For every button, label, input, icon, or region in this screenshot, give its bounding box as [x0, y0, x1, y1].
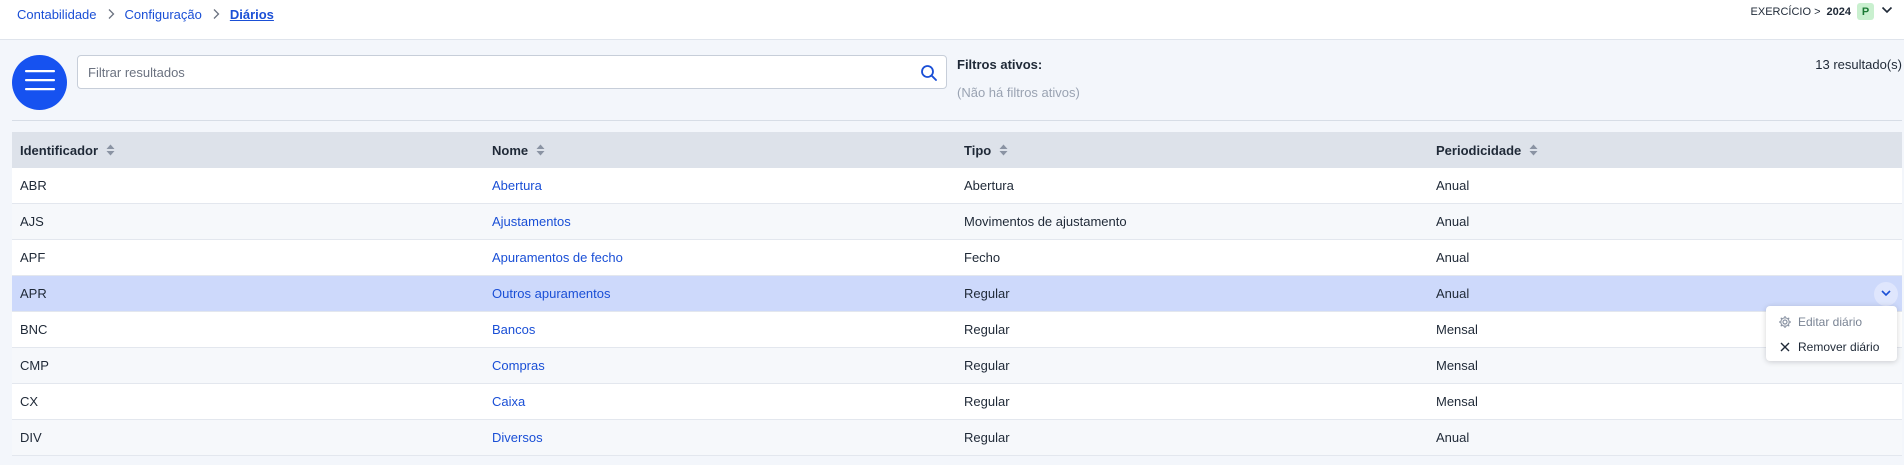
- edit-journal-label: Editar diário: [1798, 314, 1863, 329]
- table-row[interactable]: ABR Abertura Abertura Anual: [12, 168, 1902, 204]
- journal-name-link[interactable]: Apuramentos de fecho: [492, 250, 623, 265]
- journal-name-link[interactable]: Caixa: [492, 394, 525, 409]
- cell-identificador: CMP: [20, 358, 49, 373]
- sort-icon: [106, 144, 115, 156]
- exercise-selector[interactable]: EXERCÍCIO > 2024 P: [1751, 3, 1894, 20]
- remove-journal-menu-item[interactable]: Remover diário: [1766, 334, 1897, 359]
- column-header-label: Identificador: [20, 142, 99, 158]
- table-row[interactable]: APF Apuramentos de fecho Fecho Anual: [12, 240, 1902, 276]
- cell-tipo: Movimentos de ajustamento: [964, 214, 1127, 229]
- journal-name-link[interactable]: Ajustamentos: [492, 214, 571, 229]
- chevron-down-icon[interactable]: [1880, 3, 1894, 20]
- chevron-right-icon: [97, 6, 125, 22]
- column-header-nome[interactable]: Nome: [484, 143, 956, 158]
- chevron-down-icon: [1880, 287, 1892, 302]
- search-icon[interactable]: [920, 64, 938, 82]
- table-row[interactable]: DIV Diversos Regular Anual: [12, 420, 1902, 456]
- search-input[interactable]: [88, 56, 888, 88]
- cell-tipo: Fecho: [964, 250, 1001, 265]
- cell-periodicidade: Anual: [1436, 430, 1470, 445]
- exercise-label: EXERCÍCIO >: [1750, 5, 1821, 18]
- status-badge: P: [1857, 3, 1874, 20]
- remove-journal-label: Remover diário: [1798, 339, 1880, 354]
- breadcrumb: Contabilidade Configuração Diários: [17, 6, 274, 22]
- journals-table: Identificador Nome Tipo Periodicidade AB…: [12, 132, 1902, 456]
- cell-tipo: Regular: [964, 358, 1010, 373]
- table-row[interactable]: AJS Ajustamentos Movimentos de ajustamen…: [12, 204, 1902, 240]
- column-header-periodicidade[interactable]: Periodicidade: [1428, 143, 1902, 158]
- active-filters-empty: (Não há filtros ativos): [957, 85, 1080, 100]
- journal-name-link[interactable]: Diversos: [492, 430, 543, 445]
- column-header-label: Nome: [492, 142, 529, 158]
- journal-name-link[interactable]: Compras: [492, 358, 545, 373]
- column-header-label: Periodicidade: [1436, 142, 1522, 158]
- journal-name-link[interactable]: Bancos: [492, 322, 535, 337]
- row-actions-button[interactable]: [1874, 282, 1898, 306]
- sort-icon: [999, 144, 1008, 156]
- hamburger-menu-button[interactable]: [12, 55, 67, 110]
- table-row-selected[interactable]: APR Outros apuramentos Regular Anual: [12, 276, 1902, 312]
- cell-identificador: BNC: [20, 322, 48, 337]
- column-header-identificador[interactable]: Identificador: [12, 143, 484, 158]
- journal-name-link[interactable]: Outros apuramentos: [492, 286, 611, 301]
- cell-identificador: CX: [20, 394, 39, 409]
- cell-tipo: Regular: [964, 322, 1010, 337]
- edit-journal-menu-item[interactable]: Editar diário: [1766, 309, 1897, 334]
- column-header-tipo[interactable]: Tipo: [956, 143, 1428, 158]
- results-count: 13 resultado(s): [1815, 57, 1902, 72]
- cell-tipo: Regular: [964, 286, 1010, 301]
- exercise-year: 2024: [1826, 5, 1851, 18]
- close-icon: [1778, 340, 1792, 354]
- cell-tipo: Regular: [964, 394, 1010, 409]
- table-row[interactable]: CMP Compras Regular Mensal: [12, 348, 1902, 384]
- table-row[interactable]: CX Caixa Regular Mensal: [12, 384, 1902, 420]
- cell-periodicidade: Anual: [1436, 286, 1470, 301]
- cell-periodicidade: Anual: [1436, 214, 1470, 229]
- cell-identificador: DIV: [20, 430, 42, 445]
- breadcrumb-contabilidade[interactable]: Contabilidade: [17, 7, 97, 22]
- cell-periodicidade: Mensal: [1436, 394, 1478, 409]
- divider: [12, 120, 1902, 121]
- gear-icon: [1778, 315, 1792, 329]
- table-header: Identificador Nome Tipo Periodicidade: [12, 132, 1902, 168]
- column-header-label: Tipo: [964, 142, 992, 158]
- cell-identificador: APR: [20, 286, 47, 301]
- journal-name-link[interactable]: Abertura: [492, 178, 542, 193]
- hamburger-menu-icon: [24, 68, 55, 97]
- top-bar: Contabilidade Configuração Diários EXERC…: [0, 0, 1904, 40]
- cell-identificador: ABR: [20, 178, 47, 193]
- cell-tipo: Abertura: [964, 178, 1014, 193]
- cell-identificador: AJS: [20, 214, 44, 229]
- cell-periodicidade: Anual: [1436, 250, 1470, 265]
- active-filters-title: Filtros ativos:: [957, 57, 1043, 72]
- row-context-menu: Editar diário Remover diário: [1766, 306, 1897, 361]
- breadcrumb-configuracao[interactable]: Configuração: [125, 7, 202, 22]
- table-row[interactable]: BNC Bancos Regular Mensal: [12, 312, 1902, 348]
- breadcrumb-diarios[interactable]: Diários: [230, 7, 274, 22]
- search-box: [77, 55, 947, 89]
- cell-tipo: Regular: [964, 430, 1010, 445]
- cell-periodicidade: Anual: [1436, 178, 1470, 193]
- sort-icon: [536, 144, 545, 156]
- cell-identificador: APF: [20, 250, 46, 265]
- sort-icon: [1529, 144, 1538, 156]
- chevron-right-icon: [202, 6, 230, 22]
